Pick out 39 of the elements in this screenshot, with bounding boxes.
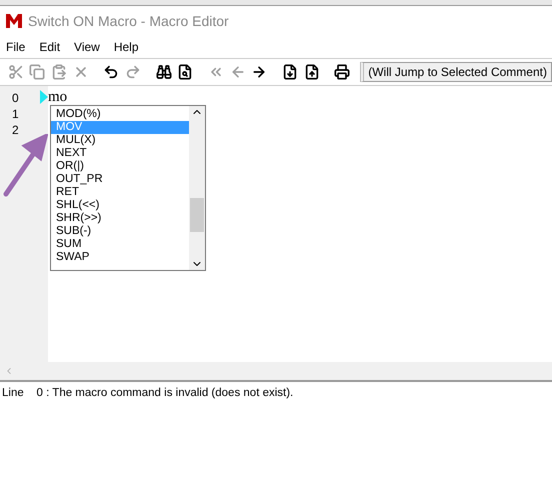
autocomplete-item[interactable]: SHR(>>): [51, 212, 189, 225]
app-logo-icon: [6, 14, 22, 28]
printer-icon: [334, 64, 350, 80]
autocomplete-item[interactable]: MOD(%): [51, 108, 189, 121]
horizontal-scrollbar[interactable]: [0, 362, 552, 382]
window-title: Switch ON Macro - Macro Editor: [28, 13, 229, 29]
annotation-arrow: [2, 134, 48, 198]
autocomplete-item[interactable]: OUT_PR: [51, 173, 189, 186]
paste-icon: [51, 64, 68, 80]
file-up-icon: [304, 64, 320, 80]
menu-item[interactable]: View: [74, 40, 100, 54]
redo-icon: [124, 64, 141, 80]
right-arrow-icon: [251, 64, 268, 80]
autocomplete-item[interactable]: SWAP: [51, 251, 189, 264]
file-search-icon: [177, 64, 194, 80]
scrollbar-thumb[interactable]: [190, 198, 204, 232]
menu-item[interactable]: Edit: [39, 40, 60, 54]
line-number: 2: [11, 122, 20, 138]
left-arrow-icon: [230, 64, 246, 80]
autocomplete-item[interactable]: SHL(<<): [51, 199, 189, 212]
scissors-icon: [8, 64, 24, 80]
copy-icon: [29, 64, 46, 80]
undo-icon: [103, 64, 120, 80]
autocomplete-item[interactable]: MUL(X): [51, 134, 189, 147]
autocomplete-item[interactable]: OR(|): [51, 160, 189, 173]
message-line: Line 0 : The macro command is invalid (does not exist).: [2, 387, 294, 399]
line-number: 1: [11, 106, 20, 122]
code-text: mo: [48, 89, 68, 105]
file-down-icon: [282, 64, 298, 80]
menu-item[interactable]: Help: [114, 40, 139, 54]
vertical-scrollbar[interactable]: [189, 106, 205, 270]
menu-item[interactable]: File: [6, 40, 26, 54]
autocomplete-item[interactable]: SUB(-): [51, 225, 189, 238]
jump-comment-field[interactable]: (Will Jump to Selected Comment): [360, 62, 552, 82]
binoculars-icon: [156, 64, 172, 80]
line-number: 0: [11, 90, 20, 106]
autocomplete-item[interactable]: RET: [51, 186, 189, 199]
autocomplete-item[interactable]: SUM: [51, 238, 189, 251]
autocomplete-item[interactable]: NEXT: [51, 147, 189, 160]
